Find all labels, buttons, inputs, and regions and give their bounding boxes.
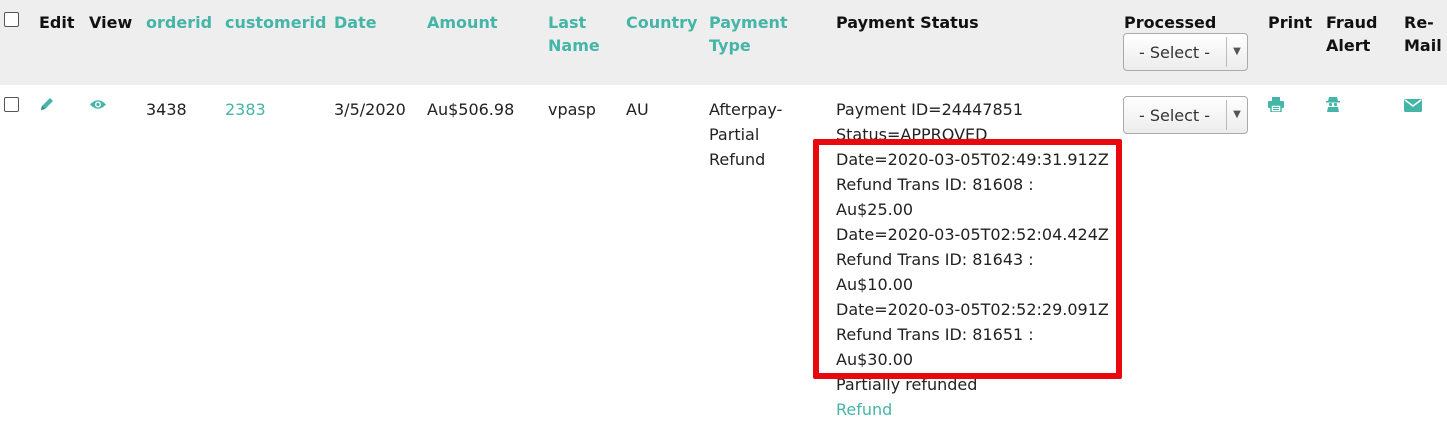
header-payment-type-line2: Type (709, 36, 751, 55)
refund-link[interactable]: Refund (836, 397, 1109, 422)
header-amount[interactable]: Amount (427, 11, 497, 34)
header-fraud-alert: Fraud Alert (1326, 11, 1377, 57)
header-payment-type-line1: Payment (709, 13, 788, 32)
payment-status-line: Payment ID=24447851 (836, 100, 1024, 119)
row-customerid-link[interactable]: 2383 (225, 97, 266, 122)
row-checkbox[interactable] (4, 97, 19, 112)
header-fraud-alert-line1: Fraud (1326, 13, 1378, 32)
chevron-down-icon: ▼ (1226, 37, 1247, 67)
header-last-name-line1: Last (548, 13, 587, 32)
header-country[interactable]: Country (626, 11, 697, 34)
chevron-down-icon: ▼ (1226, 100, 1247, 130)
header-remail-line1: Re- (1404, 13, 1434, 32)
pencil-icon[interactable] (39, 96, 55, 112)
processed-row-select[interactable]: - Select - ▼ (1123, 96, 1248, 134)
row-country: AU (626, 100, 649, 119)
processed-filter-select[interactable]: - Select - ▼ (1123, 33, 1248, 71)
select-all-checkbox[interactable] (4, 12, 19, 27)
header-last-name-line2: Name (548, 36, 600, 55)
header-print: Print (1268, 13, 1313, 32)
header-remail: Re- Mail (1404, 11, 1442, 57)
processed-row-value: - Select - (1138, 106, 1211, 125)
header-payment-status: Payment Status (836, 13, 979, 32)
envelope-icon[interactable] (1404, 99, 1422, 112)
row-payment-type: Afterpay- Partial Refund (709, 97, 782, 172)
header-remail-line2: Mail (1404, 36, 1442, 55)
row-amount: Au$506.98 (427, 100, 515, 119)
header-orderid[interactable]: orderid (146, 11, 212, 34)
printer-icon[interactable] (1268, 97, 1284, 112)
spy-icon[interactable] (1326, 96, 1340, 112)
row-last-name: vpasp (548, 100, 596, 119)
header-date[interactable]: Date (334, 11, 377, 34)
payment-type-line: Partial (709, 125, 760, 144)
header-payment-type[interactable]: Payment Type (709, 11, 788, 57)
payment-type-line: Refund (709, 150, 766, 169)
eye-icon[interactable] (89, 98, 107, 111)
highlight-box (813, 139, 1122, 379)
header-last-name[interactable]: Last Name (548, 11, 600, 57)
header-edit: Edit (39, 13, 75, 32)
header-processed: Processed (1124, 13, 1217, 32)
header-view: View (89, 13, 133, 32)
row-date: 3/5/2020 (334, 100, 406, 119)
header-fraud-alert-line2: Alert (1326, 36, 1371, 55)
row-orderid: 3438 (146, 100, 187, 119)
header-customerid[interactable]: customerid (225, 11, 326, 34)
payment-type-line: Afterpay- (709, 100, 783, 119)
processed-filter-value: - Select - (1138, 43, 1211, 62)
